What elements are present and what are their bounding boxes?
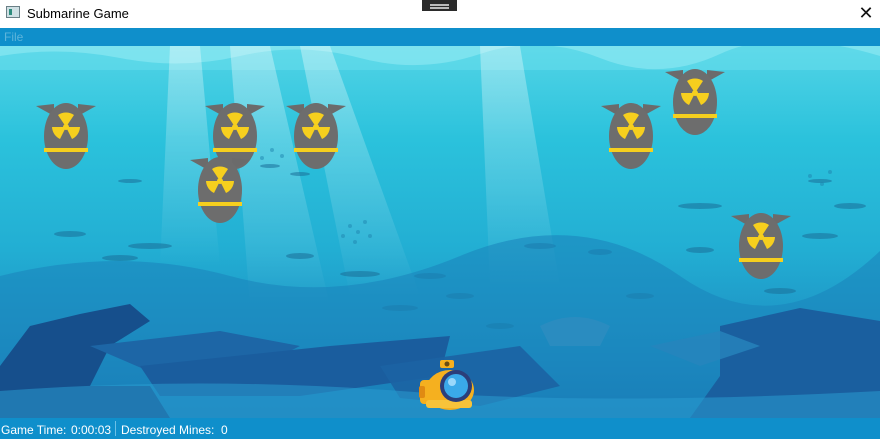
radioactive-mine-icon xyxy=(665,69,725,135)
radioactive-mine-icon xyxy=(190,157,250,223)
destroyed-mines-value: 0 xyxy=(221,423,228,437)
radioactive-mine-icon xyxy=(601,103,661,169)
window-title: Submarine Game xyxy=(27,6,129,21)
status-separator xyxy=(115,421,116,436)
radioactive-mine-icon xyxy=(731,213,791,279)
snap-handle[interactable] xyxy=(422,0,457,11)
menu-file[interactable]: File xyxy=(4,30,23,44)
player-submarine[interactable] xyxy=(418,358,480,414)
mine[interactable] xyxy=(599,100,663,172)
mine[interactable] xyxy=(729,210,793,282)
submarine-icon xyxy=(419,360,474,410)
mine[interactable] xyxy=(284,100,348,172)
title-bar: Submarine Game ✕ xyxy=(0,0,880,28)
close-icon[interactable]: ✕ xyxy=(856,4,876,24)
mine[interactable] xyxy=(663,66,727,138)
game-canvas[interactable] xyxy=(0,46,880,418)
destroyed-mines-label: Destroyed Mines: xyxy=(121,423,215,437)
radioactive-mine-icon xyxy=(286,103,346,169)
game-time-label: Game Time: xyxy=(1,423,67,437)
mine[interactable] xyxy=(34,100,98,172)
status-bar: Game Time: 0:00:03 Destroyed Mines: 0 xyxy=(0,418,880,439)
game-time-value: 0:00:03 xyxy=(71,423,112,437)
window-app-icon xyxy=(6,6,20,18)
menu-bar: File xyxy=(0,28,880,46)
radioactive-mine-icon xyxy=(36,103,96,169)
mine[interactable] xyxy=(188,154,252,226)
